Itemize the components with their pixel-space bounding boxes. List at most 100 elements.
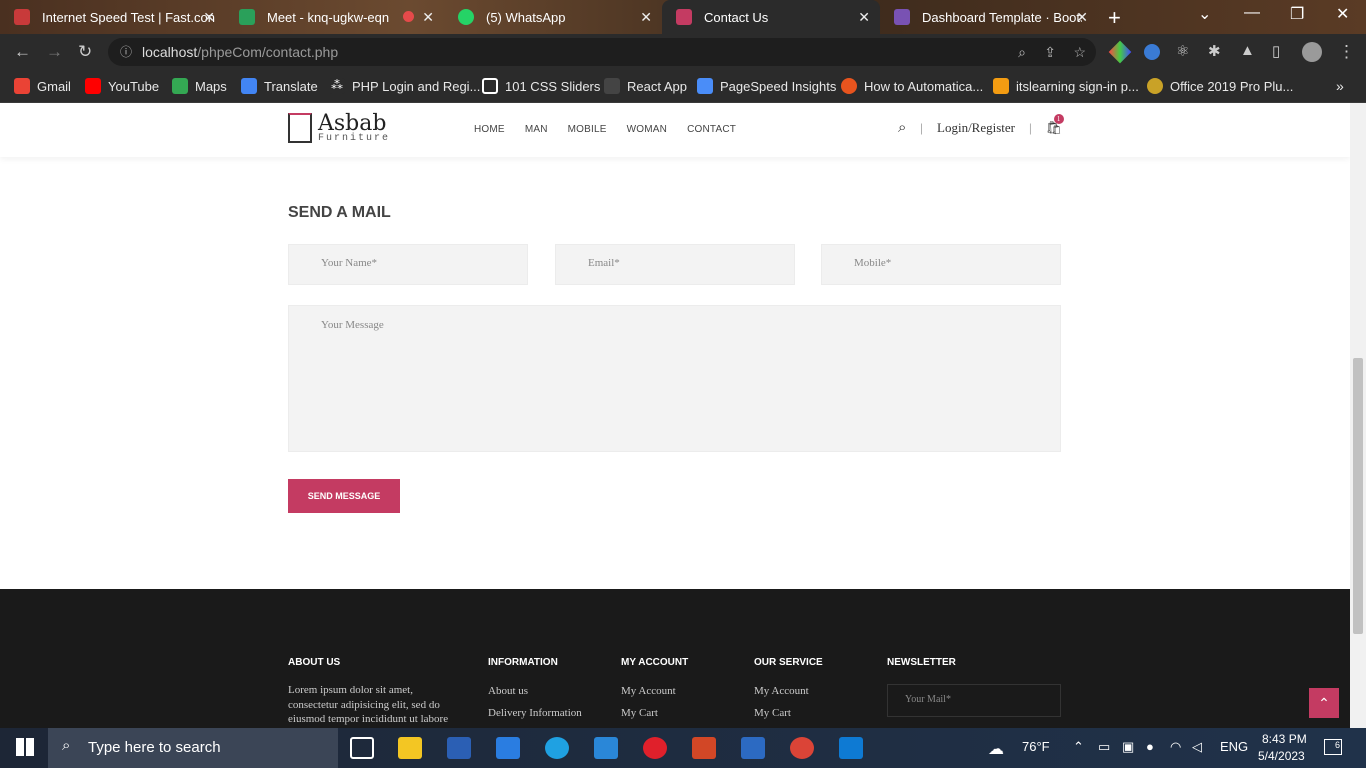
close-icon[interactable]: ✕ [640,9,652,26]
send-message-button[interactable]: SEND MESSAGE [288,479,400,513]
bookmark-gmail[interactable]: Gmail [14,76,71,96]
login-register-link[interactable]: Login/Register [937,120,1015,136]
message-field[interactable]: Your Message [288,305,1061,452]
tab-fast[interactable]: Internet Speed Test | Fast.con ✕ [0,0,225,34]
task-view-icon[interactable] [350,737,374,759]
bookmark-react-app[interactable]: React App [604,76,687,96]
close-icon[interactable]: ✕ [203,9,215,26]
bookmark-label: React App [627,78,687,94]
bookmark-translate[interactable]: Translate [241,76,318,96]
footer-link-my-account[interactable]: My Account [621,684,676,699]
nav-woman[interactable]: WOMAN [627,124,667,135]
share-icon[interactable]: ⇪ [1044,38,1056,66]
email-field[interactable]: Email* [555,244,795,285]
close-icon[interactable]: ✕ [422,9,434,26]
bookmark-automation[interactable]: How to Automatica... [841,76,983,96]
weather-temp[interactable]: 76°F [1022,739,1050,754]
whatsapp-icon [458,9,474,25]
store-icon[interactable] [496,737,520,759]
scroll-top-button[interactable]: ⌃ [1309,688,1339,718]
powershell-icon[interactable] [741,737,765,759]
language-indicator[interactable]: ENG [1220,739,1248,754]
device-icon[interactable]: ▣ [1122,739,1134,755]
php-icon: ⁂ [329,78,345,94]
bookmark-youtube[interactable]: YouTube [85,76,159,96]
footer-link-my-cart[interactable]: My Cart [621,706,658,721]
address-bar[interactable]: ⓘ localhost/phpeCom/contact.php ⌕ ⇪ ☆ [108,38,1096,66]
footer-link-about[interactable]: About us [488,684,528,699]
bookmark-itslearning[interactable]: itslearning sign-in p... [993,76,1139,96]
scrollbar-thumb[interactable] [1353,358,1363,634]
name-field[interactable]: Your Name* [288,244,528,285]
search-icon[interactable]: ⌕ [898,119,906,137]
word-icon[interactable] [447,737,471,759]
minimize-button[interactable]: — [1244,4,1260,22]
restore-button[interactable]: ❐ [1290,4,1304,24]
footer-link-delivery[interactable]: Delivery Information [488,706,582,721]
more-bookmarks-icon[interactable]: » [1336,76,1344,96]
zoom-icon[interactable]: ⌕ [1018,38,1026,66]
bookmark-php-login[interactable]: ⁂ PHP Login and Regi... [329,76,480,96]
site-logo[interactable]: Asbab Furniture [288,113,390,144]
microphone-icon[interactable]: ● [1146,739,1154,754]
tab-contact[interactable]: Contact Us ✕ [662,0,880,34]
logo-name: Asbab [318,111,387,136]
tab-label: Dashboard Template · Bootst [922,9,1082,25]
labs-icon[interactable]: ▲ [1240,42,1255,59]
profile-avatar[interactable] [1302,42,1322,62]
nav-man[interactable]: MAN [525,124,548,135]
mail-icon[interactable] [594,737,618,759]
nav-home[interactable]: HOME [474,124,505,135]
bookmark-office[interactable]: Office 2019 Pro Plu... [1147,76,1293,96]
tab-label: Meet - knq-ugkw-eqn [267,9,390,25]
info-icon[interactable]: ⓘ [120,38,132,66]
side-panel-icon[interactable]: ▯ [1272,42,1280,60]
bookmark-css-sliders[interactable]: 101 CSS Sliders [482,76,600,96]
tab-whatsapp[interactable]: (5) WhatsApp ✕ [444,0,662,34]
vscode-icon[interactable] [839,737,863,759]
mobile-field[interactable]: Mobile* [821,244,1061,285]
tab-dashboard[interactable]: Dashboard Template · Bootst ✕ [880,0,1098,34]
email-placeholder: Email* [588,257,620,269]
opera-icon[interactable] [643,737,667,759]
react-devtools-icon[interactable]: ⚛ [1176,42,1189,60]
close-icon[interactable]: ✕ [1076,9,1088,26]
new-tab-button[interactable]: + [1108,5,1121,31]
clock-date[interactable]: 5/4/2023 [1258,749,1305,763]
nav-mobile[interactable]: MOBILE [568,124,607,135]
page-scrollbar[interactable] [1350,103,1366,728]
reload-icon[interactable]: ↻ [78,42,92,62]
bookmark-pagespeed[interactable]: PageSpeed Insights [697,76,836,96]
close-icon[interactable]: ✕ [858,9,870,26]
windows-start-icon[interactable] [16,738,34,756]
back-icon[interactable]: ← [14,42,31,62]
newsletter-input[interactable]: Your Mail* [887,684,1061,717]
star-icon[interactable]: ☆ [1073,38,1086,66]
chrome-icon[interactable] [790,737,814,759]
extensions-icon[interactable]: ✱ [1208,42,1221,60]
menu-icon[interactable]: ⋮ [1338,42,1355,62]
footer-link-service-account[interactable]: My Account [754,684,809,699]
url-path: /phpeCom/contact.php [197,44,339,60]
powerpoint-icon[interactable] [692,737,716,759]
extension-color-icon[interactable] [1108,40,1132,64]
notification-icon[interactable]: 6 [1324,739,1342,755]
clock-time[interactable]: 8:43 PM [1262,732,1307,746]
footer-link-service-cart[interactable]: My Cart [754,706,791,721]
cart-icon[interactable]: 🛍 1 [1046,114,1064,136]
nav-contact[interactable]: CONTACT [687,124,736,135]
forward-icon[interactable]: → [46,42,63,62]
taskbar-search[interactable]: ⌕ Type here to search [48,728,338,768]
weather-icon[interactable]: ☁ [988,739,1004,759]
volume-icon[interactable]: ◁ [1192,739,1202,755]
extension-translate-icon[interactable] [1144,44,1160,60]
tray-chevron-icon[interactable]: ⌃ [1073,739,1084,755]
file-explorer-icon[interactable] [398,737,422,759]
close-window-button[interactable]: ✕ [1336,4,1349,24]
wifi-icon[interactable]: ◠ [1170,739,1181,755]
battery-icon[interactable]: ▭ [1098,739,1110,755]
bookmark-maps[interactable]: Maps [172,76,227,96]
tab-meet[interactable]: Meet - knq-ugkw-eqn ✕ [225,0,444,34]
edge-icon[interactable] [545,737,569,759]
tab-search-icon[interactable]: ⌄ [1198,4,1211,24]
